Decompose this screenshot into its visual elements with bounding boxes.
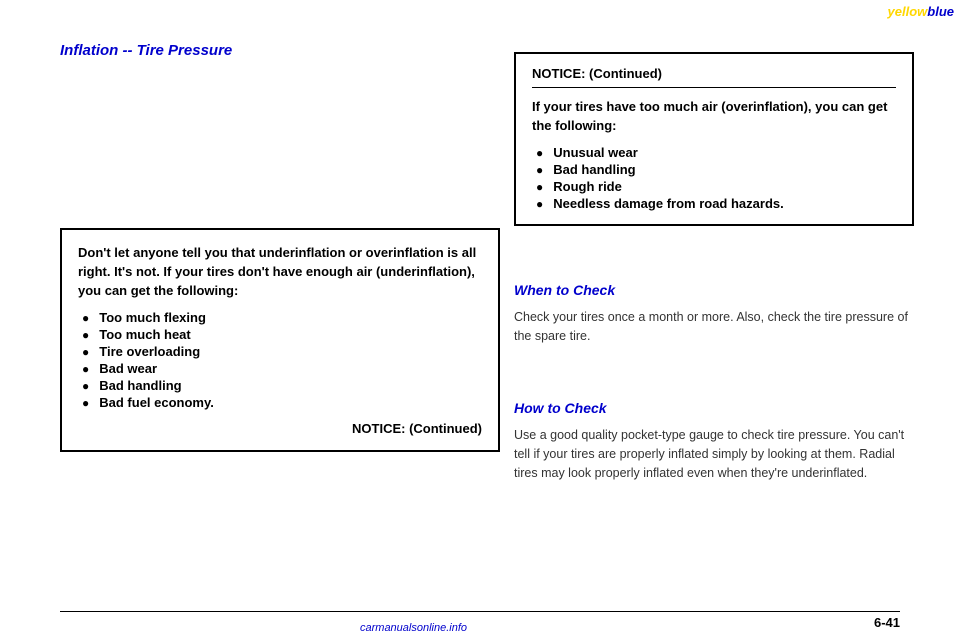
when-to-check-body: Check your tires once a month or more. A… bbox=[514, 308, 914, 346]
notice-box-left: Don't let anyone tell you that underinfl… bbox=[60, 228, 500, 452]
watermark: carmanualsonline.info bbox=[360, 622, 467, 634]
page-title: Inflation -- Tire Pressure bbox=[60, 42, 232, 59]
list-item-bad-handling-left: Bad handling bbox=[82, 377, 482, 394]
list-item-bad-handling: Bad handling bbox=[536, 161, 896, 178]
list-item-too-much-heat: Too much heat bbox=[82, 326, 482, 343]
list-item-bad-wear: Bad wear bbox=[82, 360, 482, 377]
notice-right-list: Unusual wear Bad handling Rough ride Nee… bbox=[532, 144, 896, 212]
brand-banner: yellow blue bbox=[840, 0, 960, 22]
list-item-tire-overloading: Tire overloading bbox=[82, 343, 482, 360]
how-to-check-heading: How to Check bbox=[514, 400, 607, 416]
notice-left-intro: Don't let anyone tell you that underinfl… bbox=[78, 244, 482, 301]
how-to-check-body: Use a good quality pocket-type gauge to … bbox=[514, 426, 914, 482]
list-item-needless-damage: Needless damage from road hazards. bbox=[536, 195, 896, 212]
notice-right-intro: If your tires have too much air (overinf… bbox=[532, 98, 896, 136]
brand-yellow: yellow bbox=[888, 4, 928, 19]
bottom-divider bbox=[60, 611, 900, 612]
list-item-bad-fuel: Bad fuel economy. bbox=[82, 394, 482, 411]
when-to-check-heading: When to Check bbox=[514, 282, 615, 298]
list-item-too-much-flexing: Too much flexing bbox=[82, 309, 482, 326]
page-number: 6-41 bbox=[874, 615, 900, 630]
list-item-unusual-wear: Unusual wear bbox=[536, 144, 896, 161]
notice-left-list: Too much flexing Too much heat Tire over… bbox=[78, 309, 482, 411]
notice-left-continued: NOTICE: (Continued) bbox=[78, 421, 482, 436]
list-item-rough-ride: Rough ride bbox=[536, 178, 896, 195]
notice-right-header: NOTICE: (Continued) bbox=[532, 66, 896, 88]
brand-blue: blue bbox=[927, 4, 954, 19]
notice-box-right: NOTICE: (Continued) If your tires have t… bbox=[514, 52, 914, 226]
